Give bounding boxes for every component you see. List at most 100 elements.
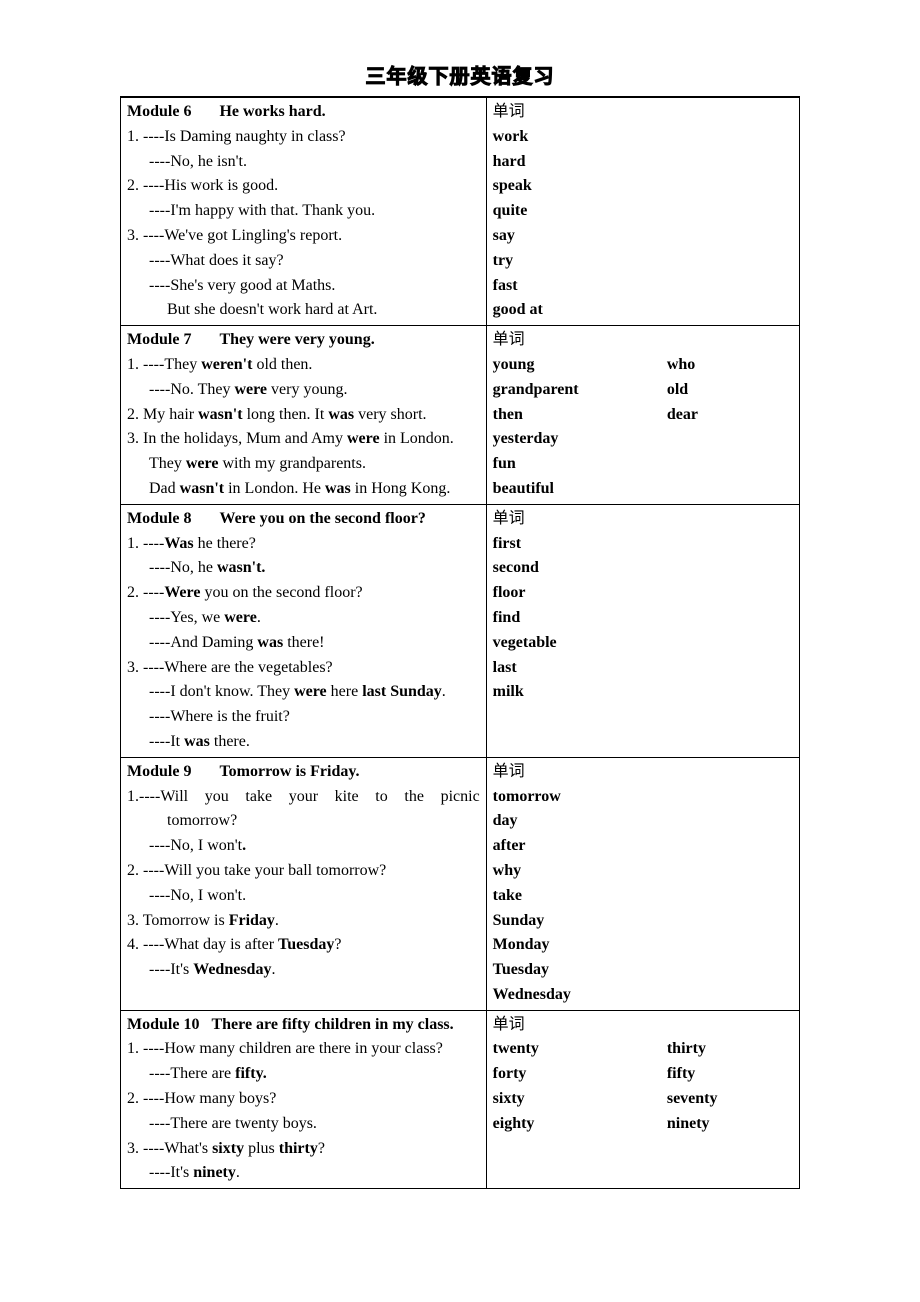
sentence: ----There are twenty boys. [127, 1112, 480, 1137]
sentence: 2. ----His work is good. [127, 174, 480, 199]
vocab-word: forty [493, 1062, 667, 1087]
vocab-word: beautiful [493, 477, 667, 502]
module7-code: Module 7 [127, 331, 191, 348]
sentence: ----I don't know. They were here last Su… [127, 680, 480, 705]
vocab-word: good at [493, 301, 543, 318]
sentence: 3. In the holidays, Mum and Amy were in … [127, 427, 480, 452]
table-row: Module 7 They were very young. 1. ----The… [121, 326, 800, 505]
sentence: 1. ----Is Daming naughty in class? [127, 125, 480, 150]
table-row: Module 6 He works hard. 1. ----Is Daming … [121, 98, 800, 326]
sentence: 1. ----How many children are there in yo… [127, 1037, 480, 1062]
vocab-word: seventy [667, 1087, 793, 1112]
sentence: 2. ----Will you take your ball tomorrow? [127, 859, 480, 884]
sentence: ----No, I won't. [127, 884, 480, 909]
module10-vocab: 单词 twentythirty fortyfifty sixtyseventy … [486, 1010, 799, 1189]
vocab-word: fast [493, 277, 518, 294]
vocab-header: 单词 [493, 1013, 793, 1038]
module8-vocab: 单词 first second floor find vegetable las… [486, 504, 799, 757]
sentence: 1.----Will you take your kite to the pic… [127, 785, 480, 810]
module9-code: Module 9 [127, 763, 191, 780]
vocab-word: old [667, 378, 793, 403]
vocab-word: then [493, 403, 667, 428]
sentence: 2. ----How many boys? [127, 1087, 480, 1112]
sentence: 3. Tomorrow is Friday. [127, 909, 480, 934]
vocab-word: hard [493, 153, 526, 170]
sentence: ----And Daming was there! [127, 631, 480, 656]
module9-title: Tomorrow is Friday. [219, 763, 359, 780]
sentence: 3. ----We've got Lingling's report. [127, 224, 480, 249]
title-row: 三年级下册英语复习 [120, 60, 800, 89]
vocab-word: thirty [667, 1037, 793, 1062]
module7-vocab: 单词 youngwho grandparentold thendear yest… [486, 326, 799, 505]
table-row: Module 9 Tomorrow is Friday. 1.----Will y… [121, 757, 800, 1010]
vocab-word: who [667, 353, 793, 378]
vocab-word: eighty [493, 1112, 667, 1137]
sentence: 2. My hair wasn't long then. It was very… [127, 403, 480, 428]
vocab-word: last [493, 659, 517, 676]
vocab-word: find [493, 609, 521, 626]
vocab-word: tomorrow [493, 788, 561, 805]
vocab-word: floor [493, 584, 526, 601]
vocab-word: after [493, 837, 526, 854]
vocab-word: sixty [493, 1087, 667, 1112]
sentence: ----No, he isn't. [127, 150, 480, 175]
table-row: Module 8Were you on the second floor? 1.… [121, 504, 800, 757]
module6-left: Module 6 He works hard. 1. ----Is Daming … [121, 98, 487, 326]
vocab-word: Sunday [493, 912, 545, 929]
sentence: 4. ----What day is after Tuesday? [127, 933, 480, 958]
vocab-word: ninety [667, 1112, 793, 1137]
sentence: ----It's Wednesday. [127, 958, 480, 983]
sentence: ----It's ninety. [127, 1161, 480, 1186]
vocab-header: 单词 [493, 760, 793, 785]
vocab-word: quite [493, 202, 528, 219]
sentence: ----What does it say? [127, 249, 480, 274]
module8-left: Module 8Were you on the second floor? 1.… [121, 504, 487, 757]
sentence: ----There are fifty. [127, 1062, 480, 1087]
vocab-word: try [493, 252, 513, 269]
sentence: 3. ----Where are the vegetables? [127, 656, 480, 681]
sentence: But she doesn't work hard at Art. [127, 298, 480, 323]
sentence: 1. ----Was he there? [127, 532, 480, 557]
module10-left: Module 10 There are fifty children in my… [121, 1010, 487, 1189]
sentence: 2. ----Were you on the second floor? [127, 581, 480, 606]
vocab-word: say [493, 227, 515, 244]
sentence: tomorrow? [127, 809, 480, 834]
vocab-word: fifty [667, 1062, 793, 1087]
sentence: Dad wasn't in London. He was in Hong Kon… [127, 477, 480, 502]
vocab-word: young [493, 353, 667, 378]
vocab-word: Monday [493, 936, 550, 953]
sentence: ----It was there. [127, 730, 480, 755]
vocab-word: vegetable [493, 634, 557, 651]
sentence: 3. ----What's sixty plus thirty? [127, 1137, 480, 1162]
module9-left: Module 9 Tomorrow is Friday. 1.----Will y… [121, 757, 487, 1010]
vocab-word: take [493, 887, 522, 904]
vocab-word: Tuesday [493, 961, 549, 978]
sentence: 1. ----They weren't old then. [127, 353, 480, 378]
module7-left: Module 7 They were very young. 1. ----The… [121, 326, 487, 505]
module7-title: They were very young. [219, 331, 374, 348]
module6-code: Module 6 [127, 103, 191, 120]
vocab-word: twenty [493, 1037, 667, 1062]
sentence: ----Yes, we were. [127, 606, 480, 631]
vocab-word: milk [493, 683, 524, 700]
vocab-header: 单词 [493, 507, 793, 532]
sentence: ----Where is the fruit? [127, 705, 480, 730]
vocab-word: dear [667, 403, 793, 428]
module6-title: He works hard. [219, 103, 325, 120]
sentence: ----No, he wasn't. [127, 556, 480, 581]
sentence: ----No. They were very young. [127, 378, 480, 403]
page: 三年级下册英语复习 Module 6 He works hard. 1. ----… [0, 0, 920, 1249]
vocab-word: Wednesday [493, 986, 571, 1003]
vocab-word: first [493, 535, 521, 552]
vocab-word: why [493, 862, 521, 879]
vocab-word: second [493, 559, 539, 576]
module10-code: Module 10 [127, 1016, 199, 1033]
vocab-word: day [493, 812, 518, 829]
sentence: ----She's very good at Maths. [127, 274, 480, 299]
vocab-word: fun [493, 452, 667, 477]
sentence: ----I'm happy with that. Thank you. [127, 199, 480, 224]
content-table: Module 6 He works hard. 1. ----Is Daming … [120, 97, 800, 1189]
module8-title: Were you on the second floor? [219, 510, 425, 527]
vocab-header: 单词 [493, 328, 793, 353]
vocab-word: speak [493, 177, 532, 194]
